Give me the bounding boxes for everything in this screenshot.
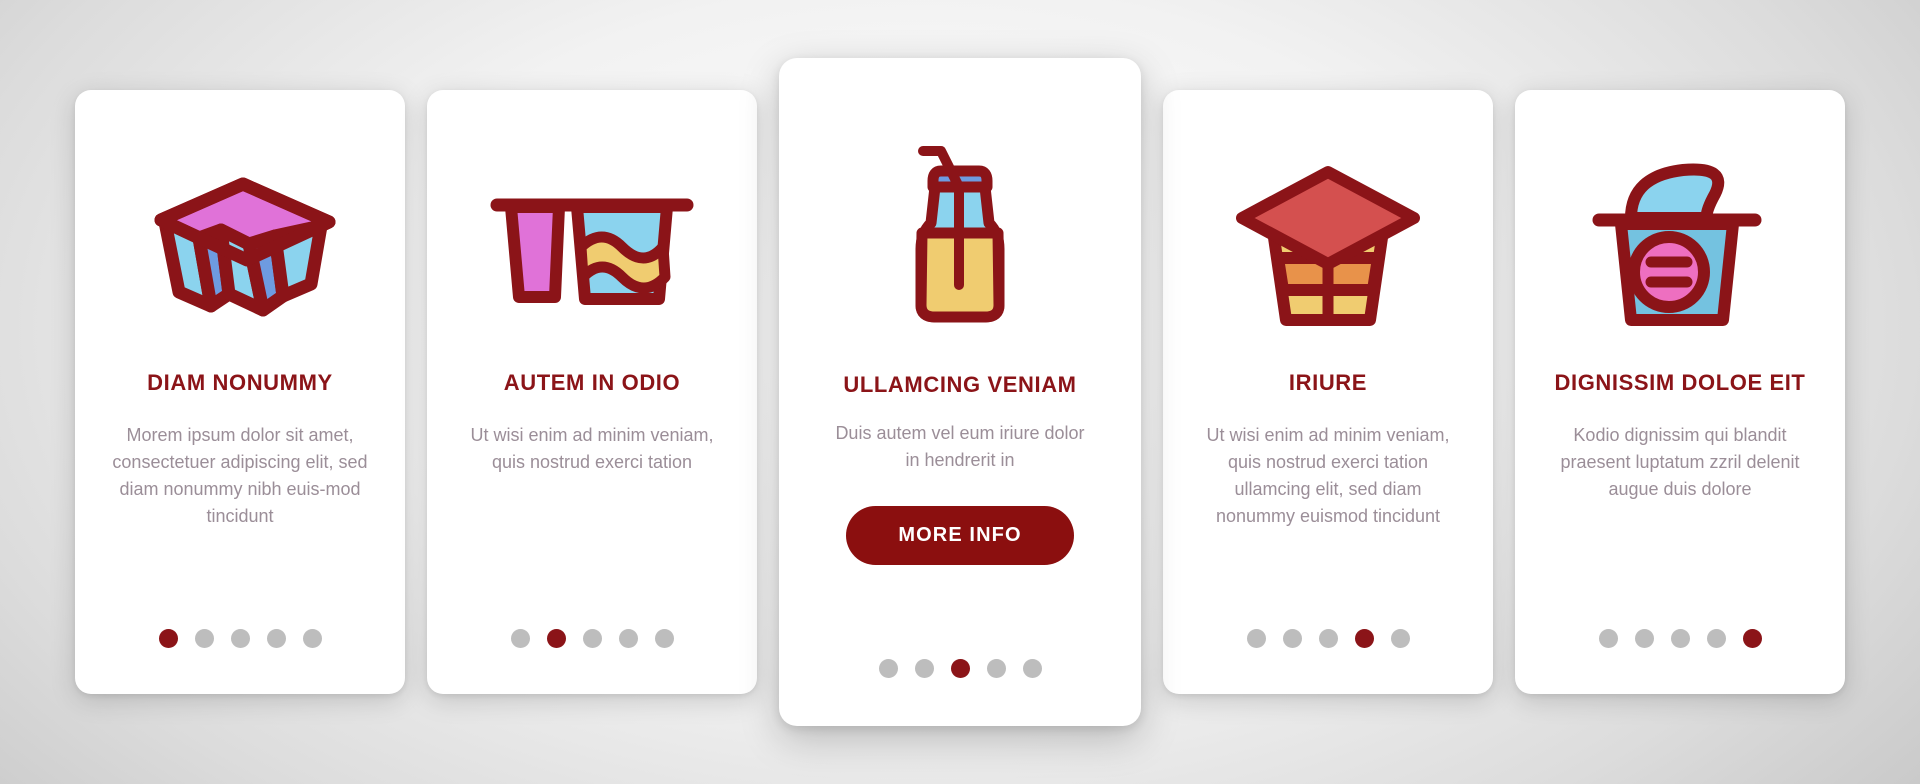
pagination-dot[interactable] xyxy=(1246,629,1266,648)
card-title: DIGNISSIM DOLOE EIT xyxy=(1554,370,1806,395)
pagination-dot[interactable] xyxy=(266,629,286,648)
pagination-dot[interactable] xyxy=(1742,629,1762,648)
card-description: Kodio dignissim qui blandit praesent lup… xyxy=(1560,425,1800,500)
pagination-dot[interactable] xyxy=(302,629,322,648)
twin-yogurt-cups-icon xyxy=(449,124,735,364)
pagination-dot[interactable] xyxy=(1706,629,1726,648)
pagination-dot[interactable] xyxy=(1022,659,1042,678)
pagination-dot[interactable] xyxy=(618,629,638,648)
card-description: Ut wisi enim ad minim veniam, quis nostr… xyxy=(470,425,714,473)
onboarding-card-3[interactable]: ULLAMCING VENIAM Duis autem vel eum iriu… xyxy=(779,58,1141,726)
pagination-dot[interactable] xyxy=(510,629,530,648)
pagination-dot[interactable] xyxy=(1390,629,1410,648)
layered-yogurt-pot-icon xyxy=(1185,124,1471,364)
onboarding-card-4[interactable]: IRIURE Ut wisi enim ad minim veniam, qui… xyxy=(1163,90,1493,694)
pagination-dot[interactable] xyxy=(950,659,970,678)
pagination-dot[interactable] xyxy=(878,659,898,678)
pagination-dot[interactable] xyxy=(230,629,250,648)
card-description: Duis autem vel eum iriure dolor in hendr… xyxy=(835,423,1085,471)
pagination-dot[interactable] xyxy=(1670,629,1690,648)
pagination-dot[interactable] xyxy=(914,659,934,678)
pagination-dot[interactable] xyxy=(1634,629,1654,648)
onboarding-card-row: DIAM NONUMMY Morem ipsum dolor sit amet,… xyxy=(0,0,1920,784)
card-title: DIAM NONUMMY xyxy=(147,370,333,395)
pagination-dot[interactable] xyxy=(194,629,214,648)
yogurt-multipack-tray-icon xyxy=(97,124,383,364)
pagination-dots[interactable] xyxy=(779,659,1141,678)
pagination-dot[interactable] xyxy=(582,629,602,648)
onboarding-card-1[interactable]: DIAM NONUMMY Morem ipsum dolor sit amet,… xyxy=(75,90,405,694)
pagination-dot[interactable] xyxy=(986,659,1006,678)
card-title: AUTEM IN ODIO xyxy=(503,370,681,395)
pagination-dots[interactable] xyxy=(75,629,405,648)
card-description: Morem ipsum dolor sit amet, consectetuer… xyxy=(112,425,368,527)
pagination-dot[interactable] xyxy=(158,629,178,648)
pagination-dot[interactable] xyxy=(1318,629,1338,648)
pagination-dots[interactable] xyxy=(1163,629,1493,648)
soft-serve-yogurt-cup-icon xyxy=(1537,124,1823,364)
milk-bottle-with-straw-icon xyxy=(801,98,1119,366)
pagination-dot[interactable] xyxy=(1354,629,1374,648)
pagination-dots[interactable] xyxy=(427,629,757,648)
onboarding-card-2[interactable]: AUTEM IN ODIO Ut wisi enim ad minim veni… xyxy=(427,90,757,694)
more-info-button[interactable]: MORE INFO xyxy=(846,506,1074,566)
pagination-dot[interactable] xyxy=(1598,629,1618,648)
pagination-dot[interactable] xyxy=(654,629,674,648)
card-title: IRIURE xyxy=(1288,370,1368,395)
pagination-dot[interactable] xyxy=(1282,629,1302,648)
onboarding-card-5[interactable]: DIGNISSIM DOLOE EIT Kodio dignissim qui … xyxy=(1515,90,1845,694)
card-description: Ut wisi enim ad minim veniam, quis nostr… xyxy=(1206,425,1450,527)
card-title: ULLAMCING VENIAM xyxy=(843,372,1077,397)
pagination-dot[interactable] xyxy=(546,629,566,648)
pagination-dots[interactable] xyxy=(1515,629,1845,648)
